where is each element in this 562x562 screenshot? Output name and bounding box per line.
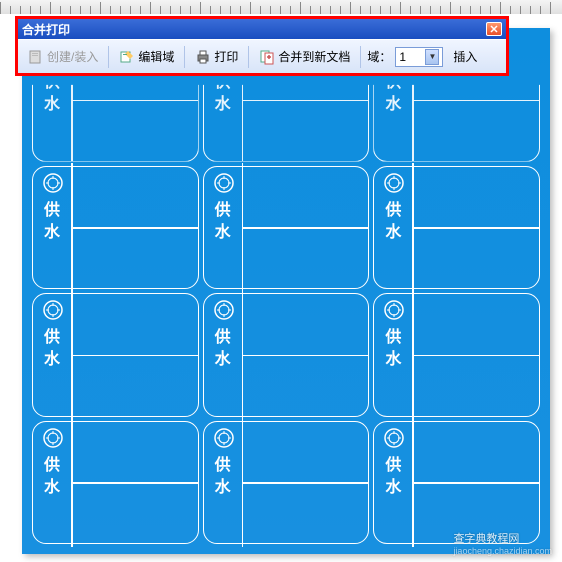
document-canvas: 供水供水供水供水供水供水供水供水供水供水供水供水: [22, 28, 550, 554]
field-select[interactable]: 1 ▼: [395, 47, 443, 67]
card-label: 供水: [386, 328, 402, 372]
card-label: 供水: [386, 73, 402, 117]
card-divider: [243, 482, 369, 484]
card-label: 供水: [216, 328, 232, 372]
watermark: 查字典教程网 jiaocheng.chazidian.com: [453, 530, 552, 556]
card: 供水: [203, 166, 370, 290]
merge-doc-icon: [259, 49, 275, 65]
close-button[interactable]: [486, 22, 502, 36]
logo-icon: [384, 173, 404, 193]
card-label: 供水: [386, 456, 402, 500]
card-divider: [243, 355, 369, 357]
card: 供水: [32, 421, 199, 545]
titlebar[interactable]: 合并打印: [18, 19, 506, 39]
card-divider: [72, 227, 198, 229]
card-divider: [413, 482, 539, 484]
printer-icon: [195, 49, 211, 65]
create-load-label: 创建/装入: [47, 48, 98, 65]
card: 供水: [373, 421, 540, 545]
logo-icon: [214, 428, 234, 448]
logo-icon: [214, 173, 234, 193]
card-label: 供水: [386, 201, 402, 245]
print-label: 打印: [214, 48, 238, 65]
separator: [184, 46, 185, 68]
card-label: 供水: [216, 73, 232, 117]
card-divider: [243, 227, 369, 229]
insert-label: 插入: [453, 50, 477, 64]
watermark-sub: jiaocheng.chazidian.com: [453, 546, 552, 556]
logo-icon: [43, 428, 63, 448]
card-divider: [413, 100, 539, 102]
card-label: 供水: [45, 456, 61, 500]
watermark-main: 查字典教程网: [453, 533, 519, 545]
card-label: 供水: [216, 201, 232, 245]
logo-icon: [43, 173, 63, 193]
chevron-down-icon: ▼: [425, 49, 439, 65]
card: 供水: [373, 293, 540, 417]
card-divider: [72, 482, 198, 484]
ruler-horizontal: [0, 0, 562, 14]
merge-print-panel: 合并打印 创建/装入 编辑域 打印 合并到新文档 域： 1 ▼: [15, 16, 509, 76]
insert-button[interactable]: 插入: [447, 46, 483, 67]
logo-icon: [43, 300, 63, 320]
card: 供水: [32, 166, 199, 290]
create-load-button[interactable]: 创建/装入: [24, 46, 102, 67]
card-divider: [243, 100, 369, 102]
card-grid: 供水供水供水供水供水供水供水供水供水供水供水供水: [22, 28, 550, 554]
merge-new-doc-button[interactable]: 合并到新文档: [255, 46, 354, 67]
field-label: 域：: [367, 48, 391, 65]
card: 供水: [32, 293, 199, 417]
document-icon: [28, 49, 44, 65]
card-divider: [413, 355, 539, 357]
logo-icon: [214, 300, 234, 320]
card: 供水: [203, 293, 370, 417]
card-divider: [413, 227, 539, 229]
card-divider: [72, 100, 198, 102]
edit-field-label: 编辑域: [138, 48, 174, 65]
card-divider: [72, 355, 198, 357]
toolbar: 创建/装入 编辑域 打印 合并到新文档 域： 1 ▼ 插入: [18, 39, 506, 73]
card: 供水: [203, 421, 370, 545]
merge-new-doc-label: 合并到新文档: [278, 48, 350, 65]
card-label: 供水: [45, 201, 61, 245]
logo-icon: [384, 428, 404, 448]
separator: [248, 46, 249, 68]
window-title: 合并打印: [22, 21, 70, 38]
edit-field-icon: [119, 49, 135, 65]
card-label: 供水: [45, 328, 61, 372]
print-button[interactable]: 打印: [191, 46, 242, 67]
separator: [360, 46, 361, 68]
card-label: 供水: [45, 73, 61, 117]
separator: [108, 46, 109, 68]
logo-icon: [384, 300, 404, 320]
close-icon: [490, 25, 498, 33]
card: 供水: [373, 166, 540, 290]
edit-field-button[interactable]: 编辑域: [115, 46, 178, 67]
card-label: 供水: [216, 456, 232, 500]
field-value: 1: [399, 50, 406, 64]
